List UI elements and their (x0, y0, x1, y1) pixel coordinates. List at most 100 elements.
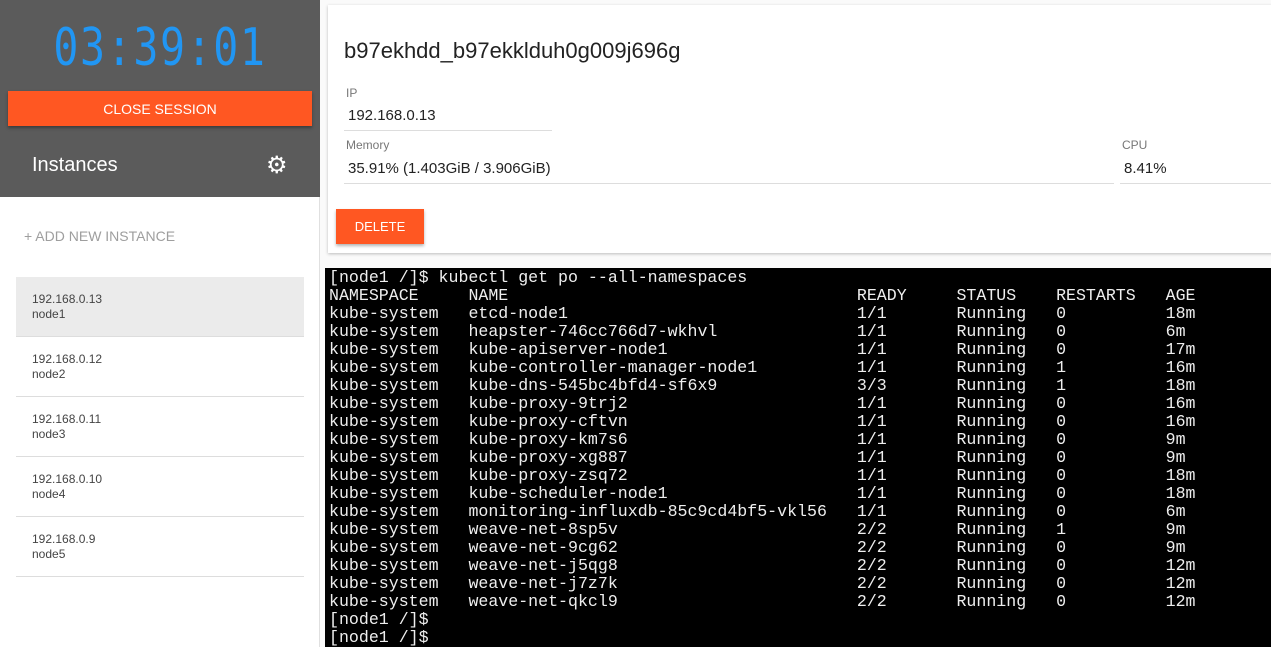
terminal-cell: kube-system (329, 304, 439, 323)
terminal-cell: 0 (1056, 592, 1067, 611)
terminal-cell: 1 (1056, 376, 1067, 395)
terminal-cell: kube-proxy-zsq72 (468, 466, 628, 485)
terminal-cell: 1/1 (856, 304, 887, 323)
instance-ip: 192.168.0.13 (32, 292, 103, 306)
instances-title: Instances (32, 154, 118, 176)
terminal-cell: kube-controller-manager-node1 (468, 358, 758, 377)
terminal-cell: 12m (1165, 592, 1196, 611)
terminal-row: kube-system kube-proxy-cftvn 1/1 Running 0 16… (329, 413, 1267, 431)
terminal-cell: 12m (1165, 556, 1196, 575)
terminal-cell: 3/3 (856, 376, 887, 395)
terminal-cell: 0 (1056, 430, 1067, 449)
terminal-prompt: [node1 /]$ (329, 610, 429, 629)
terminal[interactable]: [node1 /]$ kubectl get po --all-namespac… (325, 268, 1271, 647)
terminal-cell: heapster-746cc766d7-wkhvl (468, 322, 718, 341)
terminal-cell: weave-net-8sp5v (468, 520, 618, 539)
terminal-cell: 6m (1165, 502, 1186, 521)
terminal-row: kube-system heapster-746cc766d7-wkhvl 1/1 R… (329, 323, 1267, 341)
terminal-prompt: [node1 /]$ (329, 628, 429, 647)
terminal-cell: 12m (1165, 574, 1196, 593)
terminal-cell: 1 (1056, 358, 1067, 377)
terminal-cell: 6m (1165, 322, 1186, 341)
instance-ip: 192.168.0.11 (32, 412, 102, 426)
gear-icon[interactable]: ⚙ (266, 154, 288, 178)
terminal-cell: 18m (1165, 466, 1196, 485)
instance-details: b97ekhdd_b97ekklduh0g009j696g IP 192.168… (328, 5, 1271, 253)
terminal-cell: 2/2 (856, 556, 887, 575)
terminal-row: kube-system kube-apiserver-node1 1/1 Runnin… (329, 341, 1267, 359)
terminal-cell: 1/1 (856, 358, 887, 377)
instance-item[interactable]: 192.168.0.9 node5 (16, 517, 304, 577)
terminal-cell: 16m (1165, 358, 1196, 377)
add-new-instance-button[interactable]: + ADD NEW INSTANCE (24, 228, 175, 244)
terminal-row: kube-system weave-net-j5qg8 2/2 Running 0 12m (329, 557, 1267, 575)
terminal-row: kube-system weave-net-9cg62 2/2 Running 0 9m (329, 539, 1267, 557)
terminal-cell: Running (956, 376, 1027, 395)
sidebar: 03:39:01 CLOSE SESSION Instances ⚙ + ADD… (0, 0, 320, 647)
terminal-cell: kube-system (329, 340, 439, 359)
terminal-row: kube-system kube-controller-manager-node1… (329, 359, 1267, 377)
terminal-cell: 2/2 (856, 592, 887, 611)
terminal-cell: kube-system (329, 376, 439, 395)
cpu-value: 8.41% (1120, 160, 1271, 184)
terminal-cell: 1/1 (856, 412, 887, 431)
terminal-cell: 9m (1165, 520, 1186, 539)
cpu-label: CPU (1122, 138, 1148, 152)
terminal-cell: RESTARTS (1056, 286, 1136, 305)
ip-value: 192.168.0.13 (344, 107, 552, 131)
terminal-cell: 2/2 (856, 574, 887, 593)
terminal-cell: kube-system (329, 556, 439, 575)
terminal-cell: kube-dns-545bc4bfd4-sf6x9 (468, 376, 718, 395)
delete-button[interactable]: DELETE (336, 209, 424, 244)
terminal-row: kube-system kube-scheduler-node1 1/1 Runnin… (329, 485, 1267, 503)
terminal-cell: Running (956, 358, 1027, 377)
terminal-cell: 1 (1056, 520, 1067, 539)
terminal-cell: kube-system (329, 574, 439, 593)
terminal-cell: kube-system (329, 592, 439, 611)
terminal-cell: kube-scheduler-node1 (468, 484, 668, 503)
terminal-cell: kube-proxy-9trj2 (468, 394, 628, 413)
terminal-cell: 2/2 (856, 538, 887, 557)
terminal-cell: Running (956, 430, 1027, 449)
terminal-cell: Running (956, 592, 1027, 611)
terminal-cell: kube-system (329, 520, 439, 539)
instance-item[interactable]: 192.168.0.12 node2 (16, 337, 304, 397)
terminal-command: [node1 /]$ kubectl get po --all-namespac… (329, 268, 748, 287)
terminal-row: kube-system kube-dns-545bc4bfd4-sf6x9 3/3 R… (329, 377, 1267, 395)
terminal-cell: Running (956, 340, 1027, 359)
terminal-cell: 1/1 (856, 394, 887, 413)
terminal-cell: 1/1 (856, 484, 887, 503)
terminal-row: kube-system kube-proxy-km7s6 1/1 Running 0 9m (329, 431, 1267, 449)
terminal-cell: 9m (1165, 538, 1186, 557)
terminal-cell: kube-system (329, 358, 439, 377)
instance-name: node2 (32, 367, 66, 381)
terminal-cell: 9m (1165, 448, 1186, 467)
terminal-cell: 18m (1165, 484, 1196, 503)
terminal-cell: kube-system (329, 394, 439, 413)
instance-name: node3 (32, 427, 66, 441)
terminal-cell: kube-proxy-km7s6 (468, 430, 628, 449)
terminal-cell: 18m (1165, 376, 1196, 395)
terminal-cell: 9m (1165, 430, 1186, 449)
terminal-row: kube-system monitoring-influxdb-85c9cd4bf… (329, 503, 1267, 521)
terminal-cell: kube-apiserver-node1 (468, 340, 668, 359)
instance-name: node4 (32, 487, 66, 501)
instance-name: node5 (32, 547, 66, 561)
terminal-cell: 0 (1056, 304, 1067, 323)
terminal-cell: 2/2 (856, 520, 887, 539)
close-session-button[interactable]: CLOSE SESSION (8, 91, 312, 126)
terminal-cell: kube-system (329, 502, 439, 521)
terminal-cell: 0 (1056, 574, 1067, 593)
instance-item[interactable]: 192.168.0.11 node3 (16, 397, 304, 457)
terminal-cell: kube-system (329, 430, 439, 449)
terminal-cell: Running (956, 394, 1027, 413)
terminal-cell: 1/1 (856, 322, 887, 341)
terminal-cell: 0 (1056, 394, 1067, 413)
instance-item[interactable]: 192.168.0.10 node4 (16, 457, 304, 517)
instance-ip: 192.168.0.9 (32, 532, 96, 546)
ip-label: IP (346, 86, 358, 100)
terminal-cell: 17m (1165, 340, 1196, 359)
memory-label: Memory (346, 138, 390, 152)
instance-item[interactable]: 192.168.0.13 node1 (16, 277, 304, 337)
terminal-cell: 1/1 (856, 448, 887, 467)
